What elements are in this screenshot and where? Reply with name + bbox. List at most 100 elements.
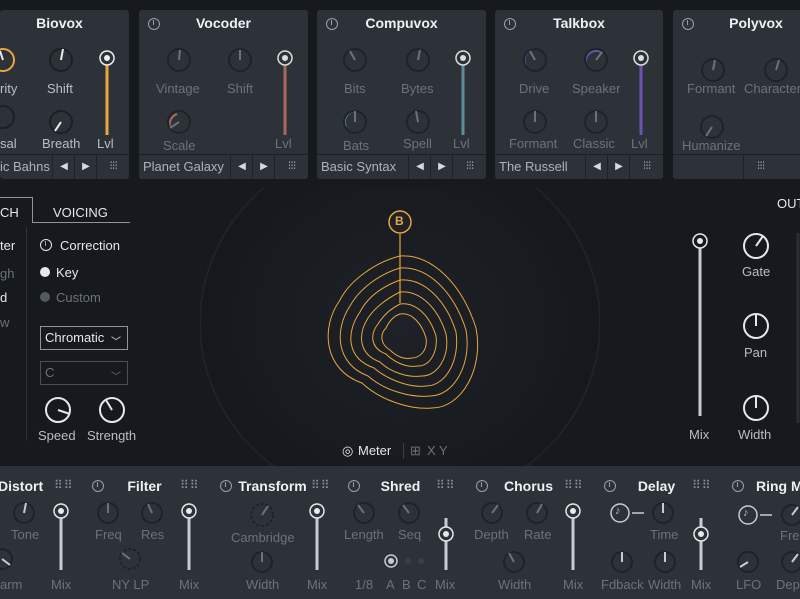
knob-label: arm (0, 577, 23, 592)
knob-label: Depth (474, 527, 509, 542)
filter-module: Filter ⠿⠿ Freq Res NY LP Mix (82, 470, 207, 599)
settings-sliders-icon[interactable]: ⫶⫶⫶ (743, 155, 778, 179)
key-select[interactable]: C ﹀ (40, 361, 128, 385)
module-footer: ic Bahns ◀ ▶ ⫶⫶⫶ (0, 154, 129, 179)
delay-module: Delay ⠿⠿ ♪ Time Fdback Width Mix (594, 470, 719, 599)
preset-name[interactable]: ic Bahns (0, 159, 50, 174)
settings-sliders-icon[interactable]: ⫶⫶⫶ (274, 155, 309, 179)
knob-label: Character (744, 81, 800, 96)
preset-name[interactable]: Planet Galaxy (143, 159, 224, 174)
xy-grid-icon[interactable]: ⊞ (410, 443, 421, 459)
settings-sliders-icon[interactable]: ⫶⫶⫶ (629, 155, 664, 179)
settings-sliders-icon[interactable]: ⫶⫶⫶ (96, 155, 130, 179)
knob-label: Bytes (401, 81, 434, 96)
key-select-value: C (45, 365, 55, 380)
knob-label: Breath (42, 136, 81, 151)
preset-name[interactable]: Basic Syntax (321, 159, 396, 174)
vocoder-module: Vocoder Vintage Shift Scale Lvl Planet G… (139, 10, 308, 179)
preset-name[interactable]: The Russell (499, 159, 568, 174)
settings-sliders-icon[interactable]: ⫶⫶⫶ (452, 155, 487, 179)
knob-label: Width (246, 577, 280, 592)
knob-label: Classic (573, 136, 615, 151)
lvl-label: Lvl (275, 136, 292, 151)
tab-pitch[interactable]: CH (0, 205, 19, 220)
marker-b-label[interactable]: B (395, 214, 404, 228)
lvl-label: Lvl (97, 136, 114, 151)
ring-mod-module: Ring M ♪ Fre LFO Dep (722, 470, 800, 599)
meter-tab[interactable]: Meter (358, 443, 391, 458)
output-panel: OUT Mix Gate Pan Width (680, 188, 800, 448)
module-footer: ⫶⫶⫶ (673, 154, 800, 179)
xy-tab[interactable]: X Y (427, 443, 448, 458)
next-preset-button[interactable]: ▶ (252, 155, 275, 179)
knob-label: Spell (403, 136, 432, 151)
knob-label: Length (344, 527, 384, 542)
chorus-module: Chorus ⠿⠿ Depth Rate Width Mix (466, 470, 591, 599)
polyvox-module: Polyvox Formant Character Humanize ⫶⫶⫶ (673, 10, 800, 179)
knob-label: LFO (736, 577, 762, 592)
custom-radio[interactable] (40, 292, 50, 302)
transform-module: Transform ⠿⠿ Cambridge Width Mix (210, 470, 335, 599)
key-radio[interactable] (40, 267, 50, 277)
filter-label: ter (0, 238, 16, 253)
knob-label: Formant (687, 81, 736, 96)
chevron-down-icon: ﹀ (111, 372, 121, 383)
next-preset-button[interactable]: ▶ (607, 155, 630, 179)
knob-label: Dep (776, 577, 800, 592)
knob-label: Time (650, 527, 679, 542)
knob-label: Drive (519, 81, 550, 96)
biovox-module: Biovox rity Shift sal Breath Lvl ic Bahn… (0, 10, 129, 179)
knob-label: Vintage (156, 81, 200, 96)
talkbox-module: Talkbox Drive Speaker Formant Classic Lv… (495, 10, 663, 179)
tab-voicing[interactable]: VOICING (53, 205, 108, 220)
knob-label: Freq (95, 527, 122, 542)
module-footer: Basic Syntax ◀ ▶ ⫶⫶⫶ (317, 154, 486, 179)
knob-label: Formant (509, 136, 558, 151)
scale-select[interactable]: Chromatic ﹀ (40, 326, 128, 350)
mix-label: Mix (435, 577, 456, 592)
note-sync-icon[interactable]: ♪ (743, 507, 749, 519)
knob-label: Width (648, 577, 682, 592)
prev-preset-button[interactable]: ◀ (408, 155, 431, 179)
knob-label: Rate (524, 527, 552, 542)
pattern-a-label[interactable]: A (386, 577, 395, 592)
note-sync-icon[interactable]: ♪ (615, 505, 621, 517)
filter-label: gh (0, 266, 15, 281)
pattern-b-label[interactable]: B (402, 577, 411, 592)
correction-power-icon[interactable] (40, 239, 52, 251)
custom-label: Custom (56, 290, 101, 305)
module-footer: The Russell ◀ ▶ ⫶⫶⫶ (495, 154, 663, 179)
prev-preset-button[interactable]: ◀ (52, 155, 75, 179)
meter-icon[interactable]: ◎ (342, 443, 353, 459)
compuvox-module: Compuvox Bits Bytes Bats Spell Lvl Basic… (317, 10, 486, 179)
mix-label: Mix (563, 577, 584, 592)
rate-label: 1/8 (355, 577, 374, 592)
pattern-c-label[interactable]: C (417, 577, 426, 592)
prev-preset-button[interactable]: ◀ (230, 155, 253, 179)
knob-label: rity (0, 81, 18, 96)
strength-label: Strength (87, 428, 137, 443)
speed-label: Speed (38, 428, 76, 443)
chevron-down-icon: ﹀ (111, 337, 121, 348)
module-footer: Planet Galaxy ◀ ▶ ⫶⫶⫶ (139, 154, 308, 179)
output-controls[interactable] (680, 188, 800, 448)
knob-label: Fdback (601, 577, 644, 592)
prev-preset-button[interactable]: ◀ (585, 155, 608, 179)
knob-label: Bats (343, 138, 370, 153)
knob-label: NY LP (112, 577, 150, 592)
knob-label: Tone (11, 527, 40, 542)
visualizer[interactable]: B ◎ Meter ⊞ X Y (200, 188, 600, 468)
knob-label: Speaker (572, 81, 621, 96)
key-label: Key (56, 265, 79, 280)
knob-label: Cambridge (231, 530, 295, 545)
knob-label: Humanize (682, 138, 741, 153)
filter-label: d (0, 290, 8, 305)
lvl-label: Lvl (453, 136, 470, 151)
knob-label: Res (141, 527, 165, 542)
knob-label: Width (498, 577, 532, 592)
next-preset-button[interactable]: ▶ (430, 155, 453, 179)
knob-label: Shift (47, 81, 74, 96)
next-preset-button[interactable]: ▶ (74, 155, 97, 179)
shred-module: Shred ⠿⠿ Length Seq 1/8 A B C Mix (338, 470, 463, 599)
pan-label: Pan (744, 345, 768, 360)
